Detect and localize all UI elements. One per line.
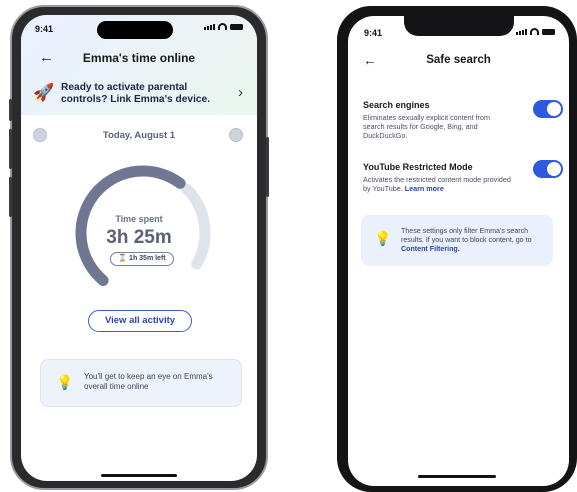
status-time: 9:41 — [35, 24, 54, 34]
tip-text: You'll get to keep an eye on Emma's over… — [84, 372, 213, 391]
phone-time-online: 9:41 ← Emma's time online 🚀 Ready to act… — [9, 5, 269, 490]
screen-safe-search: 9:41 ← Safe search Search engines Elimin… — [348, 16, 569, 486]
home-indicator — [101, 474, 177, 477]
next-day-button[interactable] — [229, 128, 243, 142]
setting-description: Eliminates sexually explicit content fro… — [363, 113, 491, 140]
date-navigator: Today, August 1 — [21, 128, 257, 144]
time-spent-value: 3h 25m — [106, 227, 172, 248]
learn-more-link[interactable]: Learn more — [405, 184, 444, 193]
battery-icon — [230, 23, 243, 30]
time-left-text: 1h 35m left — [129, 255, 166, 262]
setting-search-engines: Search engines Eliminates sexually expli… — [363, 100, 563, 140]
tip-body: These settings only filter Emma's search… — [401, 227, 532, 244]
page-title: Safe search — [426, 54, 491, 66]
banner-text: Ready to activate parental controls? Lin… — [61, 82, 211, 105]
wifi-icon — [530, 28, 539, 35]
home-indicator — [418, 475, 496, 478]
status-icons — [204, 23, 243, 30]
page-title: Emma's time online — [82, 51, 196, 65]
setting-youtube-restricted: YouTube Restricted Mode Activates the re… — [363, 160, 563, 193]
hourglass-icon: ⌛ — [118, 255, 128, 262]
time-left-badge: ⌛ 1h 35m left — [110, 252, 174, 266]
signal-icon — [516, 28, 527, 35]
phone-safe-search: 9:41 ← Safe search Search engines Elimin… — [337, 6, 577, 492]
search-engines-toggle[interactable] — [533, 100, 563, 118]
page: 9:41 ← Emma's time online 🚀 Ready to act… — [0, 0, 577, 492]
setting-description: Activates the restricted content mode pr… — [363, 175, 513, 193]
lightbulb-icon: 💡 — [56, 374, 74, 390]
status-icons — [516, 28, 555, 35]
tip-card: 💡 These settings only filter Emma's sear… — [361, 215, 553, 266]
dynamic-island — [97, 21, 173, 39]
time-spent-label: Time spent — [115, 214, 163, 224]
tip-text: These settings only filter Emma's search… — [401, 227, 546, 254]
wifi-icon — [218, 23, 227, 30]
notch — [404, 16, 514, 36]
content-filtering-link[interactable]: Content Filtering. — [401, 245, 460, 253]
screen-time-online: 9:41 ← Emma's time online 🚀 Ready to act… — [21, 15, 257, 481]
battery-icon — [542, 28, 555, 35]
rocket-icon: 🚀 — [33, 83, 55, 102]
tip-card: 💡 You'll get to keep an eye on Emma's ov… — [40, 359, 242, 407]
signal-icon — [204, 23, 215, 30]
view-all-activity-button[interactable]: View all activity — [88, 310, 192, 332]
youtube-restricted-toggle[interactable] — [533, 160, 563, 178]
chevron-right-icon[interactable]: › — [238, 84, 243, 101]
lightbulb-icon: 💡 — [374, 230, 392, 246]
date-label: Today, August 1 — [102, 130, 176, 141]
status-time: 9:41 — [364, 28, 383, 38]
link-device-banner[interactable]: 🚀 Ready to activate parental controls? L… — [21, 73, 257, 115]
